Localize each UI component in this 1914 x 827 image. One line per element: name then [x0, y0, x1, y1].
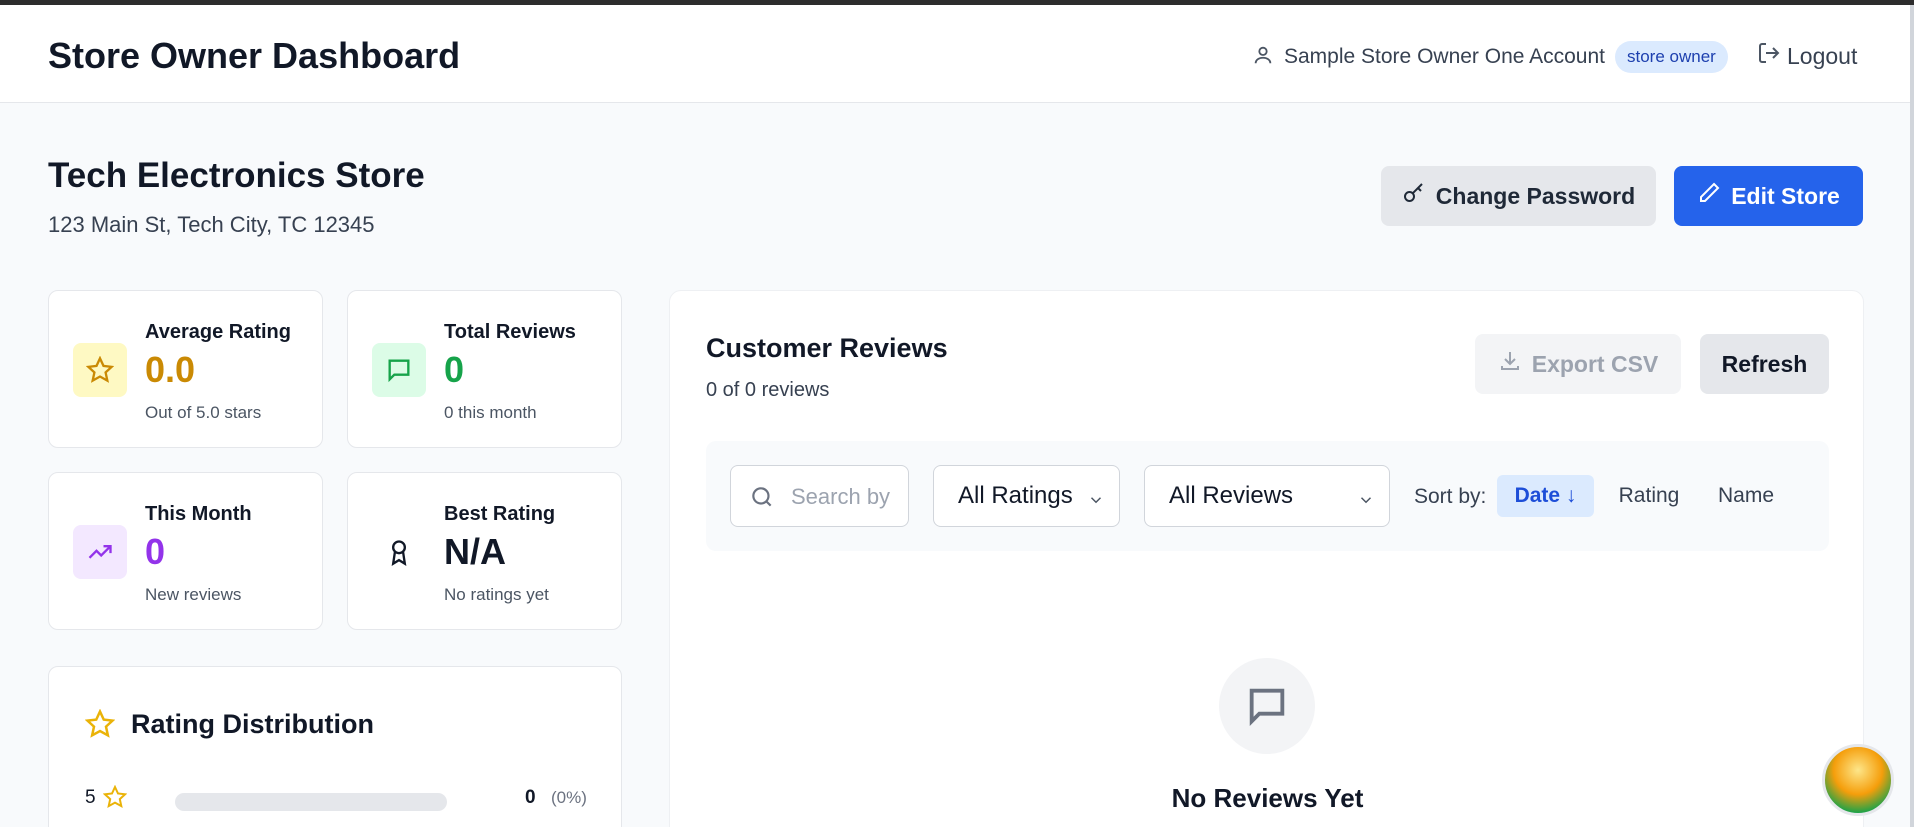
change-password-label: Change Password [1435, 182, 1636, 209]
user-name: Sample Store Owner One Account [1284, 45, 1605, 68]
stat-label: Average Rating [145, 321, 291, 343]
export-csv-label: Export CSV [1531, 350, 1659, 377]
distribution-title: Rating Distribution [131, 709, 374, 739]
stat-label: Best Rating [444, 503, 556, 525]
empty-state-title: No Reviews Yet [1171, 783, 1364, 813]
chevron-down-icon [1357, 488, 1375, 516]
stat-subtext: New reviews [145, 585, 242, 604]
user-info: Sample Store Owner One Account store own… [1252, 41, 1728, 73]
stat-value: N/A [444, 531, 506, 572]
store-address: 123 Main St, Tech City, TC 12345 [48, 212, 375, 237]
top-header: Store Owner Dashboard Sample Store Owner… [0, 5, 1910, 103]
filter-bar: All Ratings All Reviews Sort by: Date ↓ … [706, 441, 1829, 551]
search-icon [749, 484, 775, 515]
stat-subtext: 0 this month [444, 403, 537, 422]
sort-label: Sort by: [1414, 485, 1487, 508]
logout-label: Logout [1787, 42, 1858, 69]
assistant-avatar[interactable] [1822, 744, 1894, 816]
reviews-title: Customer Reviews [706, 333, 948, 363]
sort-name-button[interactable]: Name [1706, 475, 1786, 517]
stat-value: 0 [145, 531, 166, 572]
star-icon [84, 708, 116, 744]
stat-label: Total Reviews [444, 321, 576, 343]
reviews-count: 0 of 0 reviews [706, 379, 830, 401]
chevron-down-icon [1087, 488, 1105, 516]
search-field[interactable] [791, 480, 901, 514]
role-badge: store owner [1615, 41, 1728, 73]
star-icon [73, 343, 127, 397]
export-csv-button[interactable]: Export CSV [1475, 334, 1681, 394]
sort-rating-button[interactable]: Rating [1604, 475, 1694, 517]
edit-store-label: Edit Store [1731, 182, 1840, 209]
stat-best-rating: Best Rating N/A No ratings yet [347, 472, 622, 630]
pencil-icon [1697, 181, 1721, 211]
stat-value: 0.0 [145, 349, 196, 390]
distribution-row: 5 0 (0%) [85, 783, 587, 814]
refresh-button[interactable]: Refresh [1700, 334, 1829, 394]
page-title: Store Owner Dashboard [48, 35, 461, 76]
star-icon [102, 784, 128, 814]
user-icon [1252, 43, 1274, 72]
rating-distribution-card: Rating Distribution 5 0 (0%) [48, 666, 622, 827]
edit-store-button[interactable]: Edit Store [1674, 166, 1863, 226]
stat-subtext: Out of 5.0 stars [145, 403, 262, 422]
stat-label: This Month [145, 503, 252, 525]
stat-this-month: This Month 0 New reviews [48, 472, 323, 630]
customer-reviews-panel: Customer Reviews 0 of 0 reviews Export C… [669, 290, 1864, 827]
rating-filter-value: All Ratings [958, 482, 1073, 509]
key-icon [1402, 181, 1426, 211]
stat-value: 0 [444, 349, 465, 390]
sort-date-button[interactable]: Date ↓ [1497, 475, 1594, 517]
review-filter-select[interactable]: All Reviews [1144, 465, 1390, 527]
stat-average-rating: Average Rating 0.0 Out of 5.0 stars [48, 290, 323, 448]
rating-filter-select[interactable]: All Ratings [933, 465, 1120, 527]
store-name: Tech Electronics Store [48, 156, 425, 195]
message-icon [372, 343, 426, 397]
change-password-button[interactable]: Change Password [1381, 166, 1656, 226]
logout-button[interactable]: Logout [1757, 41, 1857, 71]
scrollbar[interactable] [1910, 5, 1914, 827]
logout-icon [1757, 41, 1781, 71]
stat-total-reviews: Total Reviews 0 0 this month [347, 290, 622, 448]
refresh-label: Refresh [1721, 350, 1808, 377]
row-percent: (0%) [551, 788, 587, 807]
review-filter-value: All Reviews [1169, 482, 1294, 509]
distribution-bar [175, 793, 447, 811]
stat-subtext: No ratings yet [444, 585, 549, 604]
row-count: 0 [525, 787, 536, 808]
trending-up-icon [73, 525, 127, 579]
download-icon [1498, 349, 1522, 379]
row-stars: 5 [85, 787, 96, 808]
award-icon [372, 525, 426, 579]
message-icon [1219, 658, 1315, 754]
search-input[interactable] [730, 465, 909, 527]
